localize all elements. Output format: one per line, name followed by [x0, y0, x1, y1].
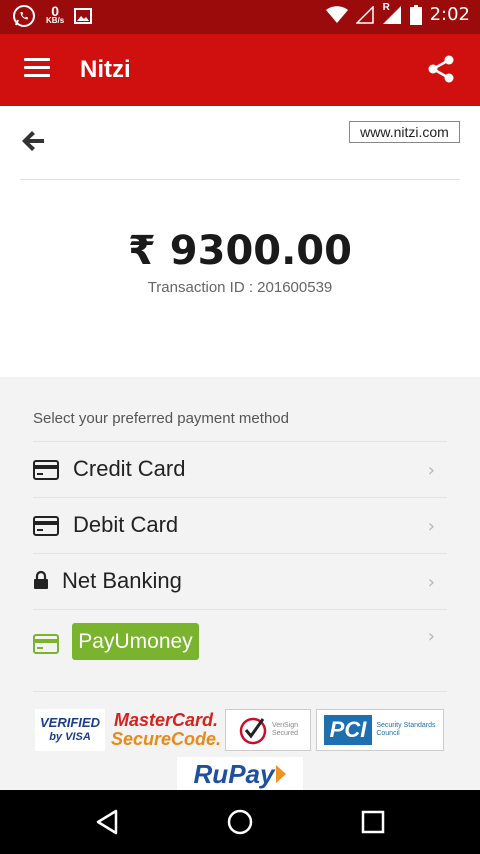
nav-home-icon[interactable] — [226, 808, 254, 836]
nav-recents-icon[interactable] — [361, 808, 385, 836]
back-arrow-icon[interactable] — [20, 128, 46, 154]
chevron-right-icon: › — [427, 626, 435, 647]
signal-roaming-icon: R — [382, 1, 402, 25]
method-credit-card[interactable]: Credit Card › — [33, 441, 447, 497]
lock-icon — [34, 570, 48, 589]
method-net-banking[interactable]: Net Banking › — [33, 553, 447, 609]
header-divider — [20, 179, 460, 180]
roaming-mark: R — [382, 1, 390, 13]
visa-line1: VERIFIED — [40, 715, 100, 730]
pci-badge: PCI Security Standards Council — [316, 709, 444, 751]
wallet-icon — [33, 634, 59, 654]
status-right: R 2:02 — [325, 1, 470, 25]
network-speed-unit: KB/s — [46, 16, 65, 25]
status-left: 0 KB/s — [12, 3, 93, 28]
mastercard-line2: SecureCode. — [110, 729, 222, 749]
image-icon — [74, 8, 93, 24]
payumoney-logo: PayUmoney — [72, 623, 199, 660]
verified-by-visa-badge: VERIFIED by VISA — [35, 709, 105, 751]
verisign-text: VeriSign Secured — [272, 722, 298, 738]
chevron-right-icon: › — [427, 572, 435, 593]
method-label: Net Banking — [62, 568, 182, 593]
pci-text: Security Standards Council — [376, 722, 436, 737]
mastercard-line1: MasterCard. — [113, 710, 219, 730]
credit-card-icon — [33, 460, 59, 480]
rupay-arrow-icon — [276, 765, 287, 783]
signal-empty-icon — [355, 5, 374, 24]
status-bar: 0 KB/s R 2:02 — [0, 0, 480, 34]
method-payumoney[interactable]: PayUmoney › — [33, 609, 447, 679]
verisign-line1: VeriSign — [271, 722, 299, 729]
rupay-logo: RuPay — [193, 758, 275, 789]
network-speed-value: 0 — [51, 3, 60, 19]
payment-methods-heading: Select your preferred payment method — [33, 410, 289, 427]
method-label: Debit Card — [73, 512, 179, 537]
method-label: Credit Card — [73, 456, 186, 481]
share-icon[interactable] — [426, 54, 456, 84]
panel-divider — [33, 691, 447, 692]
verisign-badge: VeriSign Secured — [225, 709, 311, 751]
transaction-id: Transaction ID : 201600539 — [147, 279, 333, 296]
nav-back-icon[interactable] — [94, 808, 120, 836]
app-bar: Nitzi — [0, 34, 480, 106]
debit-card-icon — [33, 516, 59, 536]
menu-icon[interactable] — [24, 58, 50, 80]
chevron-right-icon: › — [427, 516, 435, 537]
system-nav-bar — [0, 790, 480, 854]
checkmark-seal-icon — [239, 717, 267, 745]
app-title: Nitzi — [80, 56, 131, 83]
clock: 2:02 — [429, 4, 470, 25]
rupay-badge: RuPay — [177, 757, 303, 791]
mastercard-securecode-badge: MasterCard. SecureCode. — [111, 709, 221, 751]
site-link[interactable]: www.nitzi.com — [349, 121, 460, 143]
pci-logo: PCI — [323, 715, 373, 745]
chevron-right-icon: › — [427, 460, 435, 481]
visa-line2: by VISA — [49, 731, 91, 743]
method-debit-card[interactable]: Debit Card › — [33, 497, 447, 553]
network-speed: 0 KB/s — [46, 3, 65, 26]
payment-amount: ₹ 9300.00 — [128, 228, 352, 274]
battery-icon — [409, 4, 422, 25]
verisign-line2: Secured — [271, 730, 299, 737]
whatsapp-icon — [13, 5, 35, 27]
wifi-icon — [325, 5, 348, 23]
